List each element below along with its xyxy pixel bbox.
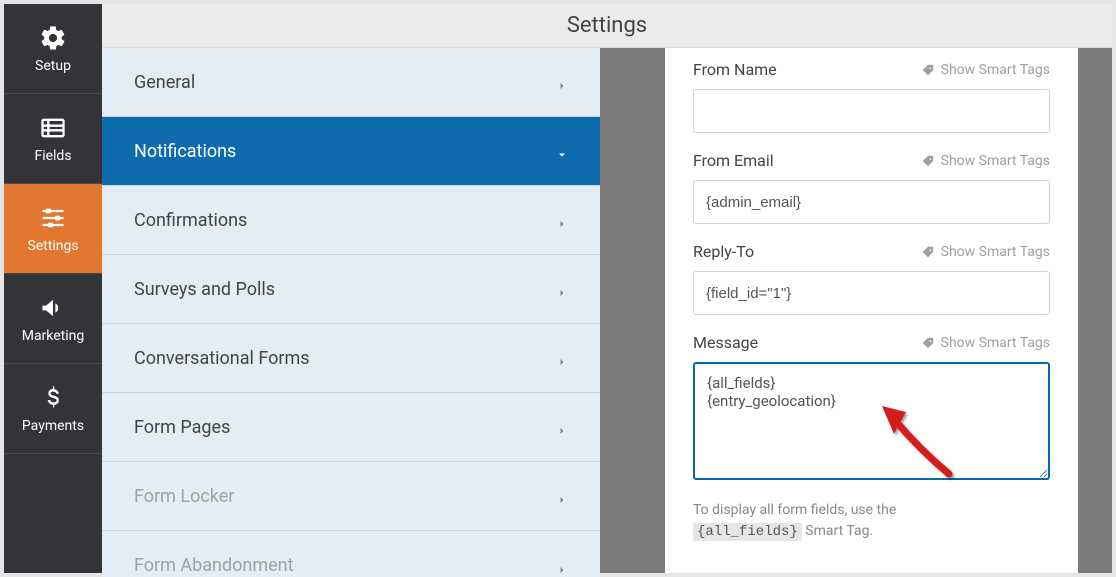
smart-tags-replyto[interactable]: Show Smart Tags [921,244,1050,260]
list-icon [39,114,67,142]
rail-label: Fields [34,148,71,164]
sub-label: Conversational Forms [134,348,310,369]
sub-formlocker[interactable]: Form Locker [102,462,600,531]
sliders-icon [39,204,67,232]
sub-formabandon[interactable]: Form Abandonment [102,531,600,577]
rail-label: Setup [35,58,71,74]
page-title: Settings [102,4,1112,48]
rail-setup[interactable]: Setup [4,4,102,94]
message-hint: To display all form fields, use the {all… [693,500,953,543]
smart-tags-label: Show Smart Tags [941,244,1050,260]
rail-label: Settings [27,238,78,254]
chevron-right-icon [556,283,568,295]
tag-icon [921,154,935,168]
smart-tags-fromname[interactable]: Show Smart Tags [921,62,1050,78]
sub-label: Form Abandonment [134,555,293,576]
chevron-down-icon [556,145,568,157]
rail-payments[interactable]: Payments [4,364,102,454]
sub-general[interactable]: General [102,48,600,117]
sub-label: Form Pages [134,417,230,438]
rail-fields[interactable]: Fields [4,94,102,184]
tag-icon [921,336,935,350]
message-textarea[interactable] [693,362,1050,480]
bullhorn-icon [39,294,67,322]
row-reply-to: Reply-To Show Smart Tags [693,242,1050,315]
gear-icon [39,24,67,52]
smart-tags-label: Show Smart Tags [941,62,1050,78]
smart-tags-fromemail[interactable]: Show Smart Tags [921,153,1050,169]
settings-subpanel: General Notifications Confirmations Surv… [102,48,600,573]
row-message: Message Show Smart Tags To display all f… [693,333,1050,543]
from-email-input[interactable] [693,180,1050,224]
chevron-right-icon [556,214,568,226]
sub-notifications[interactable]: Notifications [102,117,600,186]
rail-label: Payments [22,418,84,434]
sub-formpages[interactable]: Form Pages [102,393,600,462]
chevron-right-icon [556,76,568,88]
from-name-input[interactable] [693,89,1050,133]
row-from-email: From Email Show Smart Tags [693,151,1050,224]
sub-surveys[interactable]: Surveys and Polls [102,255,600,324]
sub-label: Notifications [134,141,236,162]
sub-label: Confirmations [134,210,247,231]
sub-label: Surveys and Polls [134,279,275,300]
rail-settings[interactable]: Settings [4,184,102,274]
sub-label: Form Locker [134,486,234,507]
smart-tags-label: Show Smart Tags [941,153,1050,169]
from-name-label: From Name [693,60,777,79]
sub-confirmations[interactable]: Confirmations [102,186,600,255]
chevron-right-icon [556,421,568,433]
chevron-right-icon [556,560,568,572]
message-label: Message [693,333,758,352]
reply-to-input[interactable] [693,271,1050,315]
reply-to-label: Reply-To [693,242,754,261]
dollar-icon [39,384,67,412]
smart-tags-label: Show Smart Tags [941,335,1050,351]
from-email-label: From Email [693,151,774,170]
tag-icon [921,63,935,77]
smart-tags-message[interactable]: Show Smart Tags [921,335,1050,351]
rail-label: Marketing [22,328,85,344]
chevron-right-icon [556,490,568,502]
tag-icon [921,245,935,259]
left-rail: Setup Fields Settings Marketing Payments [4,4,102,573]
rail-marketing[interactable]: Marketing [4,274,102,364]
row-from-name: From Name Show Smart Tags [693,60,1050,133]
sub-label: General [134,72,195,93]
chevron-right-icon [556,352,568,364]
sub-conversational[interactable]: Conversational Forms [102,324,600,393]
notification-settings-card: From Name Show Smart Tags From Email Sho… [665,48,1078,573]
builder-canvas: From Name Show Smart Tags From Email Sho… [600,48,1112,573]
